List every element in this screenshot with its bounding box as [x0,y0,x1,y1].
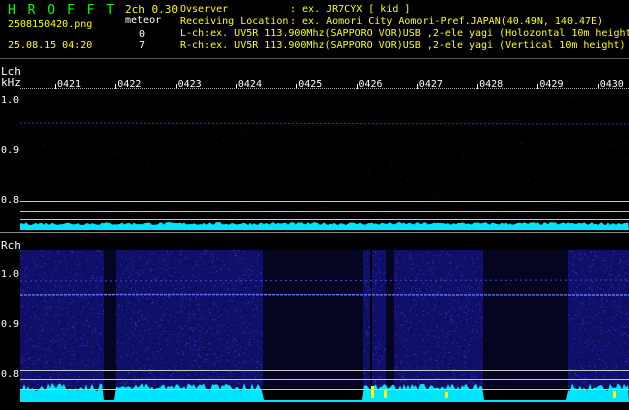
version-label: 2ch 0.30 [125,3,178,16]
rch-noise-block [363,250,371,389]
rch-gap [104,250,116,388]
rch-noise-block [116,250,264,389]
rch-noise-block [568,250,629,389]
meteor-count-lch: 0 [139,29,146,40]
lch-description: L-ch:ex. UV5R 113.900Mhz(SAPPORO VOR)USB… [180,28,629,39]
observer-label: Ovserver [180,4,229,15]
location-label: Receiving Location [180,16,289,27]
datetime-label: 25.08.15 04:20 [8,40,93,51]
header-divider [0,58,629,59]
app-brand: H R O F F T [8,3,117,18]
lch-ytick-3: 0.8 [1,195,20,206]
panel-separator [0,232,629,233]
rch-noise-block [20,250,105,389]
rch-meteor-spike [384,390,387,398]
lch-unit-label: kHz [1,76,21,89]
observer-value: : ex. JR7CYX [ kid ] [290,4,411,15]
location-value: : ex. Aomori City Aomori-Pref.JAPAN(40.4… [290,16,604,27]
rch-description: R-ch:ex. UV5R 113.900Mhz(SAPPORO VOR)USB… [180,40,626,51]
lch-spectrogram [20,89,629,230]
meteor-count-rch: 7 [139,40,146,51]
rch-gap [263,250,363,388]
rch-baseline-2 [20,379,629,380]
rch-meteor-spike [613,391,616,398]
rch-baseline-3 [20,389,629,390]
lch-background [20,89,629,230]
lch-baseline-2 [20,211,629,212]
lch-ytick-1: 1.0 [1,95,20,106]
rch-ytick-1: 1.0 [1,269,20,280]
rch-meteor-spike [445,392,448,398]
lch-ytick-2: 0.9 [1,145,20,156]
lch-baseline-1 [20,201,629,202]
hrofft-screen: H R O F F T 2ch 0.30 2508150420.png mete… [0,0,629,410]
lch-baseline-3 [20,219,629,220]
rch-noise-block [394,250,484,389]
meteor-label: meteor [125,15,162,26]
rch-noise-block [372,250,387,388]
rch-channel-label: Rch [1,239,21,252]
rch-gap [483,250,568,388]
filename-label: 2508150420.png [8,19,93,30]
time-axis-line [20,88,629,90]
rch-meteor-spike [371,386,374,398]
rch-ytick-2: 0.9 [1,319,20,330]
rch-ytick-3: 0.8 [1,369,20,380]
rch-gap [386,250,394,388]
rch-baseline-1 [20,370,629,371]
